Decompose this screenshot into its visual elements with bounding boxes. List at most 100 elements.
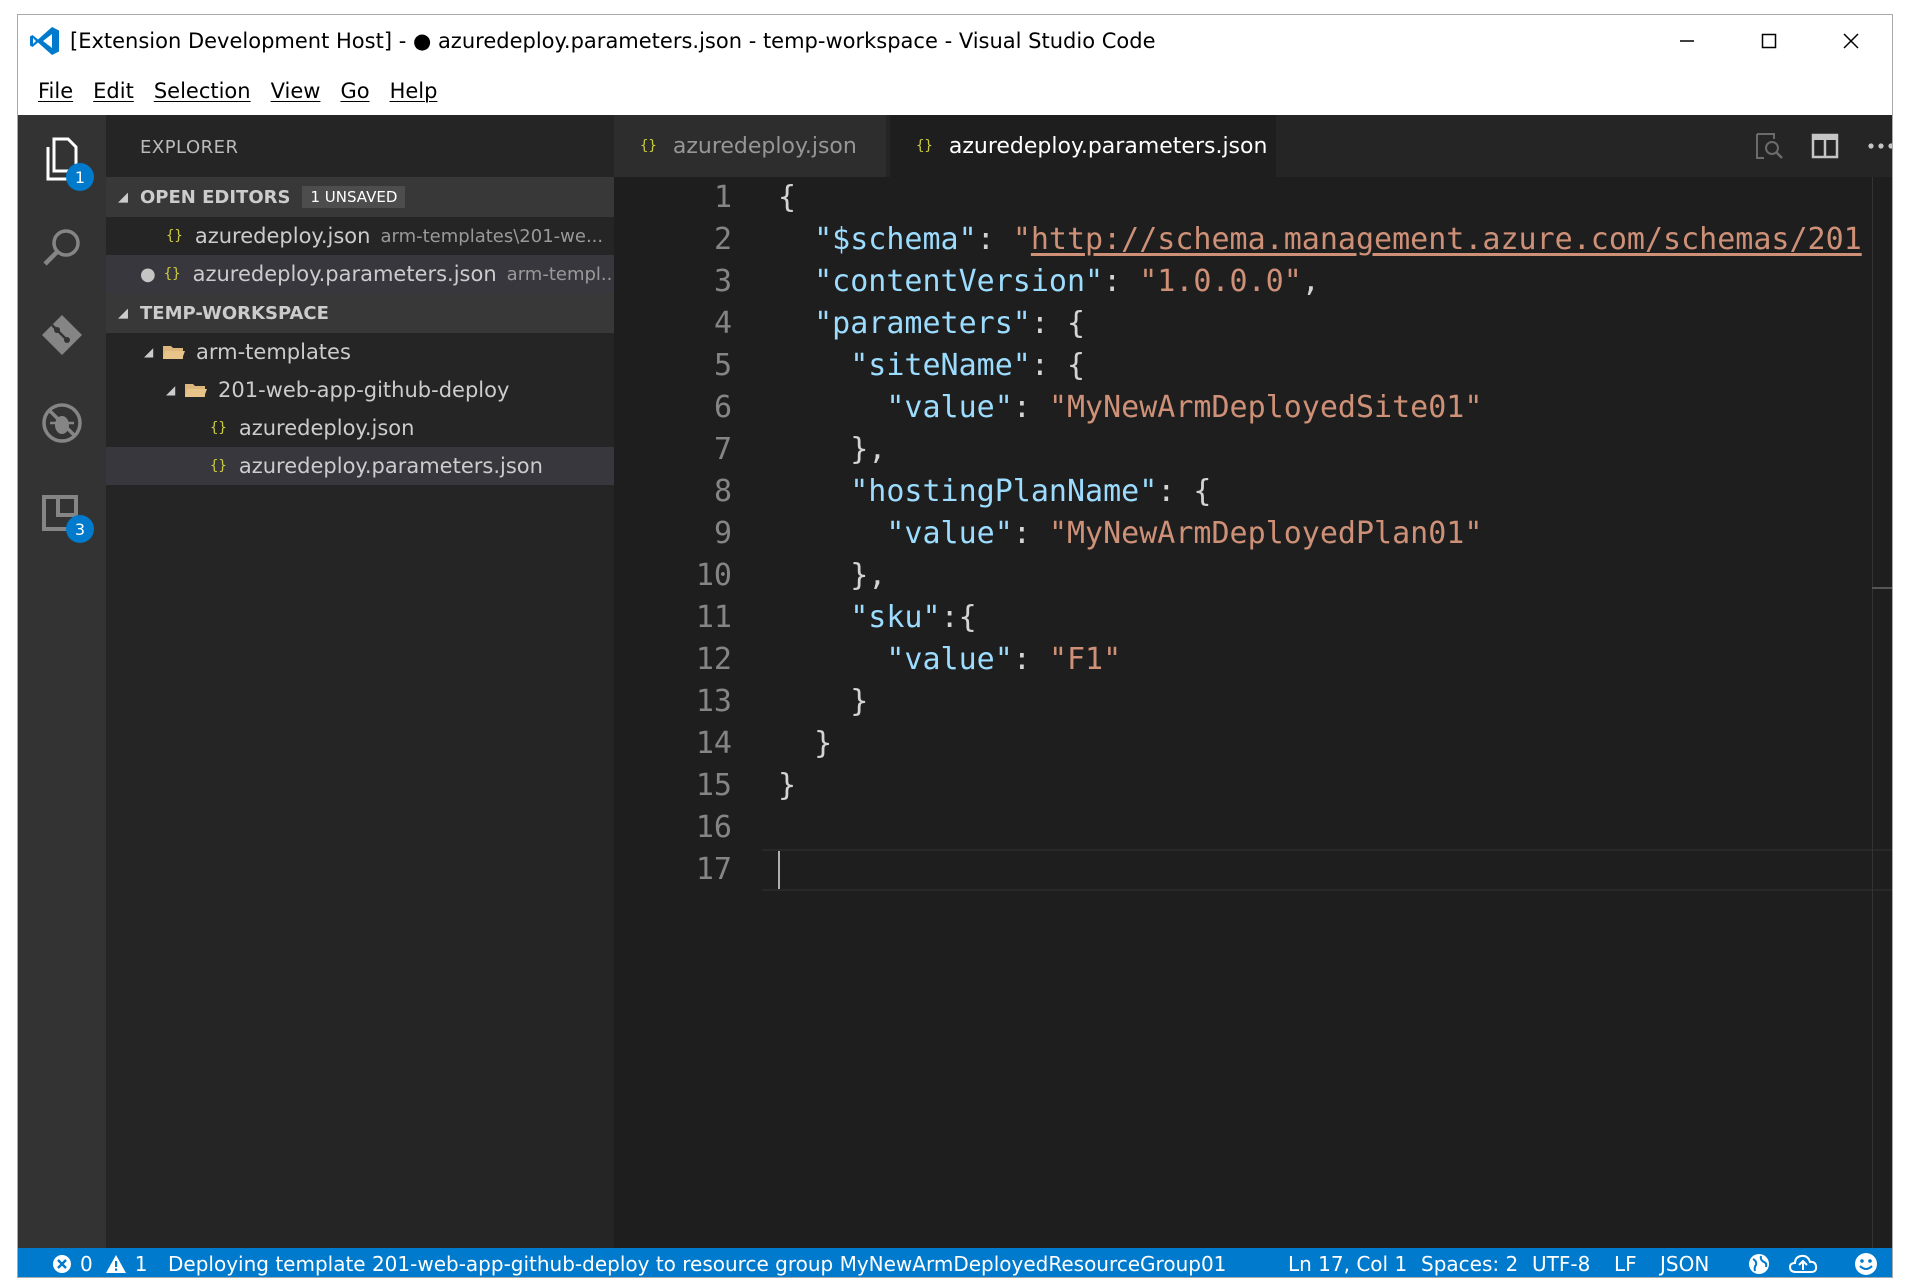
minimize-icon (1680, 40, 1694, 42)
code-line: 4 "parameters": { (614, 303, 1892, 345)
more-ellipsis-icon (1868, 143, 1892, 149)
vscode-window: [Extension Development Host] - ● azurede… (17, 14, 1893, 1278)
activity-bar: 1 3 (18, 115, 106, 1248)
source-control-icon (42, 315, 82, 355)
split-editor-icon (1811, 133, 1839, 159)
activity-source-control[interactable] (18, 291, 106, 379)
code-line: 16 (614, 807, 1892, 849)
open-editor-item[interactable]: ● {} azuredeploy.parameters.json arm-tem… (106, 255, 614, 293)
cloud-upload-icon (1788, 1254, 1818, 1273)
menu-view[interactable]: View (261, 79, 331, 103)
line-number: 8 (713, 474, 732, 509)
tab-azuredeploy-json[interactable]: {} azuredeploy.json (614, 115, 886, 177)
json-file-icon: {} (166, 228, 183, 244)
line-number: 6 (713, 390, 732, 425)
collapse-triangle-icon: ◢ (118, 189, 128, 205)
code-line: 1{ (614, 177, 1892, 219)
menu-file[interactable]: File (28, 79, 83, 103)
tree-file-item[interactable]: {} azuredeploy.parameters.json (106, 447, 614, 485)
more-actions-button[interactable] (1864, 129, 1892, 163)
line-number: 9 (713, 516, 732, 551)
feedback-button[interactable] (1854, 1248, 1878, 1277)
expand-triangle-icon: ◢ (144, 345, 154, 359)
title-bar: [Extension Development Host] - ● azurede… (18, 15, 1892, 67)
collapse-triangle-icon: ◢ (118, 305, 128, 321)
json-file-icon: {} (163, 266, 181, 282)
code-line: 9 "value": "MyNewArmDeployedPlan01" (614, 513, 1892, 555)
cloud-upload-button[interactable] (1788, 1248, 1818, 1277)
scrollbar-ruler-mark (1872, 587, 1892, 589)
line-number: 4 (713, 306, 732, 341)
line-number: 15 (695, 768, 732, 803)
line-number: 11 (695, 600, 732, 635)
language-mode[interactable]: JSON (1660, 1248, 1709, 1277)
minimize-button[interactable] (1646, 15, 1728, 67)
split-editor-button[interactable] (1808, 129, 1842, 163)
tree-folder-item[interactable]: ◢ arm-templates (106, 333, 614, 371)
close-button[interactable] (1810, 15, 1892, 67)
menu-go[interactable]: Go (330, 79, 379, 103)
menu-help[interactable]: Help (380, 79, 448, 103)
azure-globe-button[interactable] (1748, 1248, 1770, 1277)
explorer-sidebar: EXPLORER ◢ OPEN EDITORS 1 UNSAVED {} azu… (106, 115, 614, 1248)
open-editor-name: azuredeploy.parameters.json (192, 262, 497, 286)
error-icon (53, 1254, 71, 1273)
tree-file-item[interactable]: {} azuredeploy.json (106, 409, 614, 447)
code-line: 12 "value": "F1" (614, 639, 1892, 681)
eol-setting[interactable]: LF (1614, 1248, 1637, 1277)
line-number: 5 (713, 348, 732, 383)
status-bar: 0 1 Deploying template 201-web-app-githu… (18, 1248, 1892, 1277)
code-editor[interactable]: 1{ 2 "$schema": "http://schema.managemen… (614, 177, 1892, 1248)
tree-folder-item[interactable]: ◢ 201-web-app-github-deploy (106, 371, 614, 409)
status-message: Deploying template 201-web-app-github-de… (168, 1251, 1227, 1276)
line-number: 7 (713, 432, 732, 467)
warning-count: 1 (134, 1251, 148, 1276)
search-icon (43, 229, 80, 266)
window-title: [Extension Development Host] - ● azurede… (70, 29, 1156, 53)
workspace-header[interactable]: ◢ TEMP-WORKSPACE (106, 293, 614, 333)
tree-item-label: 201-web-app-github-deploy (218, 378, 510, 402)
cursor-position[interactable]: Ln 17, Col 1 (1288, 1248, 1407, 1277)
menu-edit[interactable]: Edit (83, 79, 144, 103)
open-preview-icon (1756, 133, 1783, 159)
folder-open-icon (185, 384, 207, 397)
line-number: 1 (713, 180, 732, 215)
tab-label: azuredeploy.json (672, 133, 857, 159)
code-line: 7 }, (614, 429, 1892, 471)
maximize-icon (1761, 33, 1777, 49)
open-editor-item[interactable]: {} azuredeploy.json arm-templates\201-we… (106, 217, 614, 255)
editor-scrollbar[interactable] (1872, 177, 1892, 1248)
maximize-button[interactable] (1728, 15, 1810, 67)
globe-icon (1749, 1253, 1769, 1274)
tab-azuredeploy-parameters-json[interactable]: {} azuredeploy.parameters.json (890, 115, 1276, 177)
open-editor-path: arm-templates\201-we... (380, 225, 604, 247)
encoding-setting[interactable]: UTF-8 (1532, 1248, 1590, 1277)
extensions-badge: 3 (66, 515, 94, 543)
code-line: 6 "value": "MyNewArmDeployedSite01" (614, 387, 1892, 429)
line-number: 10 (695, 558, 732, 593)
line-number: 3 (713, 264, 732, 299)
problems-indicator[interactable]: 0 1 (52, 1248, 148, 1277)
warning-icon (105, 1254, 126, 1273)
vscode-logo-icon (30, 27, 59, 55)
line-number: 2 (713, 222, 732, 257)
open-editors-header[interactable]: ◢ OPEN EDITORS 1 UNSAVED (106, 177, 614, 217)
code-line: 14 } (614, 723, 1892, 765)
activity-search[interactable] (18, 203, 106, 291)
activity-debug[interactable] (18, 379, 106, 467)
activity-explorer[interactable]: 1 (18, 115, 106, 203)
code-line: 2 "$schema": "http://schema.management.a… (614, 219, 1892, 261)
line-number: 12 (695, 642, 732, 677)
explorer-badge: 1 (66, 163, 94, 191)
menu-selection[interactable]: Selection (144, 79, 261, 103)
indentation-setting[interactable]: Spaces: 2 (1421, 1248, 1518, 1277)
unsaved-badge: 1 UNSAVED (302, 186, 406, 208)
code-line: 11 "sku":{ (614, 597, 1892, 639)
open-preview-button[interactable] (1752, 129, 1786, 163)
editor-tab-bar: {} azuredeploy.json {} azuredeploy.param… (614, 115, 1892, 177)
close-icon (1843, 33, 1859, 49)
code-line: 10 }, (614, 555, 1892, 597)
schema-url[interactable]: http://schema.management.azure.com/schem… (1031, 222, 1862, 257)
smiley-icon (1855, 1252, 1877, 1275)
activity-extensions[interactable]: 3 (18, 467, 106, 555)
